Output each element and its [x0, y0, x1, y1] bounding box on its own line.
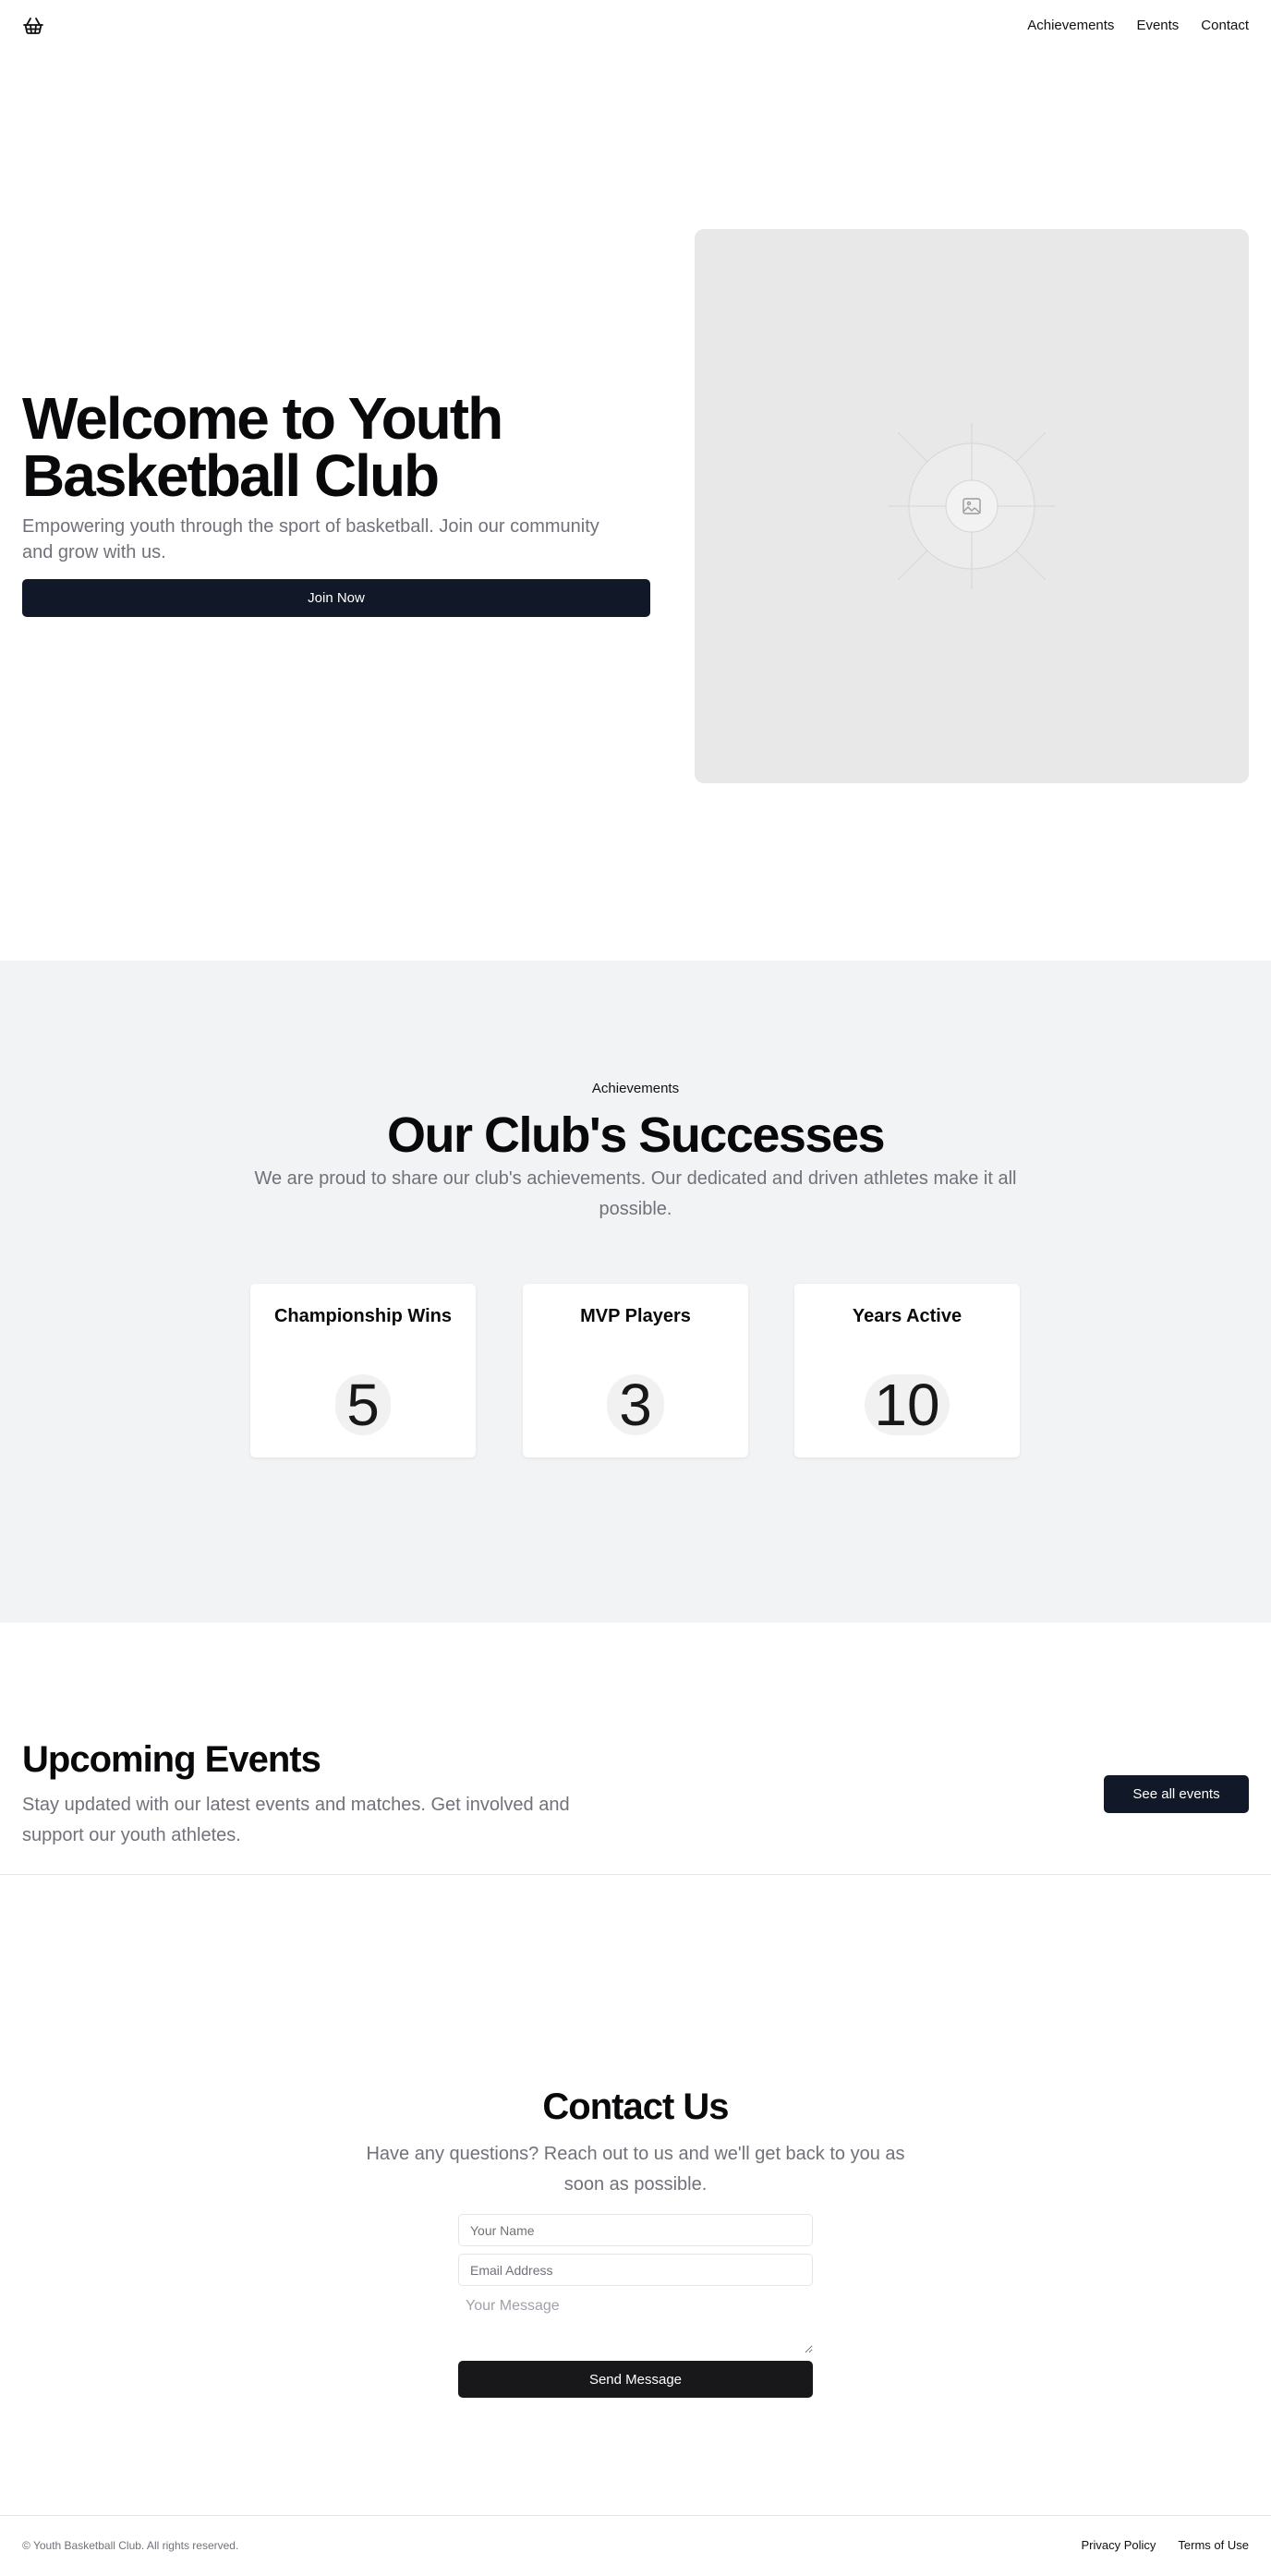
contact-subtitle: Have any questions? Reach out to us and … [366, 2144, 905, 2195]
hero-subtitle: Empowering youth through the sport of ba… [22, 516, 599, 562]
achievement-card-title: Championship Wins [273, 1306, 453, 1326]
achievements-section: Achievements Our Club's Successes We are… [0, 961, 1271, 1623]
nav-events-link[interactable]: Events [1136, 17, 1179, 35]
site-header: Achievements Events Contact [0, 0, 1271, 52]
achievement-card-title: Years Active [852, 1306, 962, 1326]
achievement-card-championships: Championship Wins 5 [250, 1284, 476, 1457]
send-message-button[interactable]: Send Message [458, 2361, 813, 2398]
achievement-card-mvp: MVP Players 3 [523, 1284, 748, 1457]
join-now-button[interactable]: Join Now [22, 579, 650, 617]
hero-title: Welcome to Youth Basketball Club [22, 385, 503, 509]
achievements-tag: Achievements [591, 1081, 680, 1096]
achievements-title: Our Club's Successes [386, 1107, 886, 1163]
footer-divider [0, 2515, 1271, 2516]
nav-achievements-link[interactable]: Achievements [1027, 17, 1114, 35]
achievements-subtitle: We are proud to share our club's achieve… [254, 1168, 1017, 1219]
email-input[interactable] [458, 2254, 813, 2286]
events-title: Upcoming Events [22, 1739, 321, 1780]
name-input[interactable] [458, 2214, 813, 2246]
achievement-card-value: 10 [865, 1374, 950, 1435]
events-subtitle: Stay updated with our latest events and … [22, 1795, 570, 1845]
hero-image-placeholder [695, 229, 1249, 783]
achievement-card-value: 3 [607, 1374, 664, 1435]
message-textarea[interactable] [458, 2291, 813, 2353]
terms-of-use-link[interactable]: Terms of Use [1178, 2538, 1249, 2552]
main-nav: Achievements Events Contact [1027, 17, 1249, 35]
nav-contact-link[interactable]: Contact [1201, 17, 1249, 35]
achievement-card-years: Years Active 10 [794, 1284, 1020, 1457]
privacy-policy-link[interactable]: Privacy Policy [1082, 2538, 1156, 2552]
contact-title: Contact Us [542, 2086, 729, 2127]
see-all-events-button[interactable]: See all events [1104, 1775, 1249, 1813]
section-divider [0, 1874, 1271, 1875]
footer-links: Privacy Policy Terms of Use [1082, 2538, 1250, 2552]
copyright-text: © Youth Basketball Club. All rights rese… [22, 2539, 239, 2552]
achievement-card-value: 5 [335, 1374, 391, 1435]
image-placeholder-icon [889, 423, 1055, 589]
basket-icon[interactable] [22, 15, 44, 37]
achievement-card-title: MVP Players [580, 1306, 691, 1326]
